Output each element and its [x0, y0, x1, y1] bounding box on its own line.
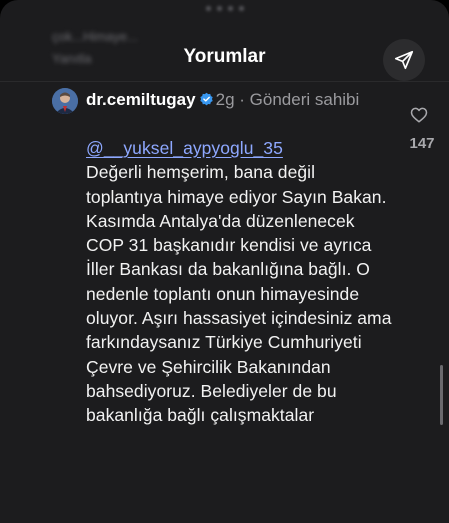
mention-link[interactable]: @__yuksel_aypyoglu_35 [86, 136, 283, 160]
avatar[interactable] [52, 88, 78, 114]
meta-separator: · [239, 90, 245, 109]
comment-text: Değerli hemşerim, bana değil toplantıya … [86, 162, 392, 426]
ghost-line-1: çok...Himaye... [52, 29, 138, 44]
scrollbar[interactable] [440, 365, 443, 425]
comment-text-block: @__yuksel_aypyoglu_35 Değerli hemşerim, … [86, 136, 396, 428]
comment-meta: dr.cemiltugay 2g · Gönderi sahibi [86, 89, 396, 111]
like-button[interactable] [410, 106, 430, 126]
send-icon [394, 50, 414, 70]
comment-time: 2g [215, 90, 235, 109]
like-count: 147 [409, 135, 435, 152]
author-tag: Gönderi sahibi [249, 90, 360, 109]
share-button[interactable] [383, 39, 425, 81]
verified-badge-icon [199, 92, 213, 106]
page-title: Yorumlar [183, 46, 266, 67]
username-link[interactable]: dr.cemiltugay [86, 90, 196, 109]
comments-sheet: çok...Himaye... Yanıtla Yorumlar dr.cemi… [0, 0, 449, 523]
blurred-background [206, 6, 244, 12]
header-divider [0, 81, 449, 82]
heart-icon [410, 107, 428, 123]
